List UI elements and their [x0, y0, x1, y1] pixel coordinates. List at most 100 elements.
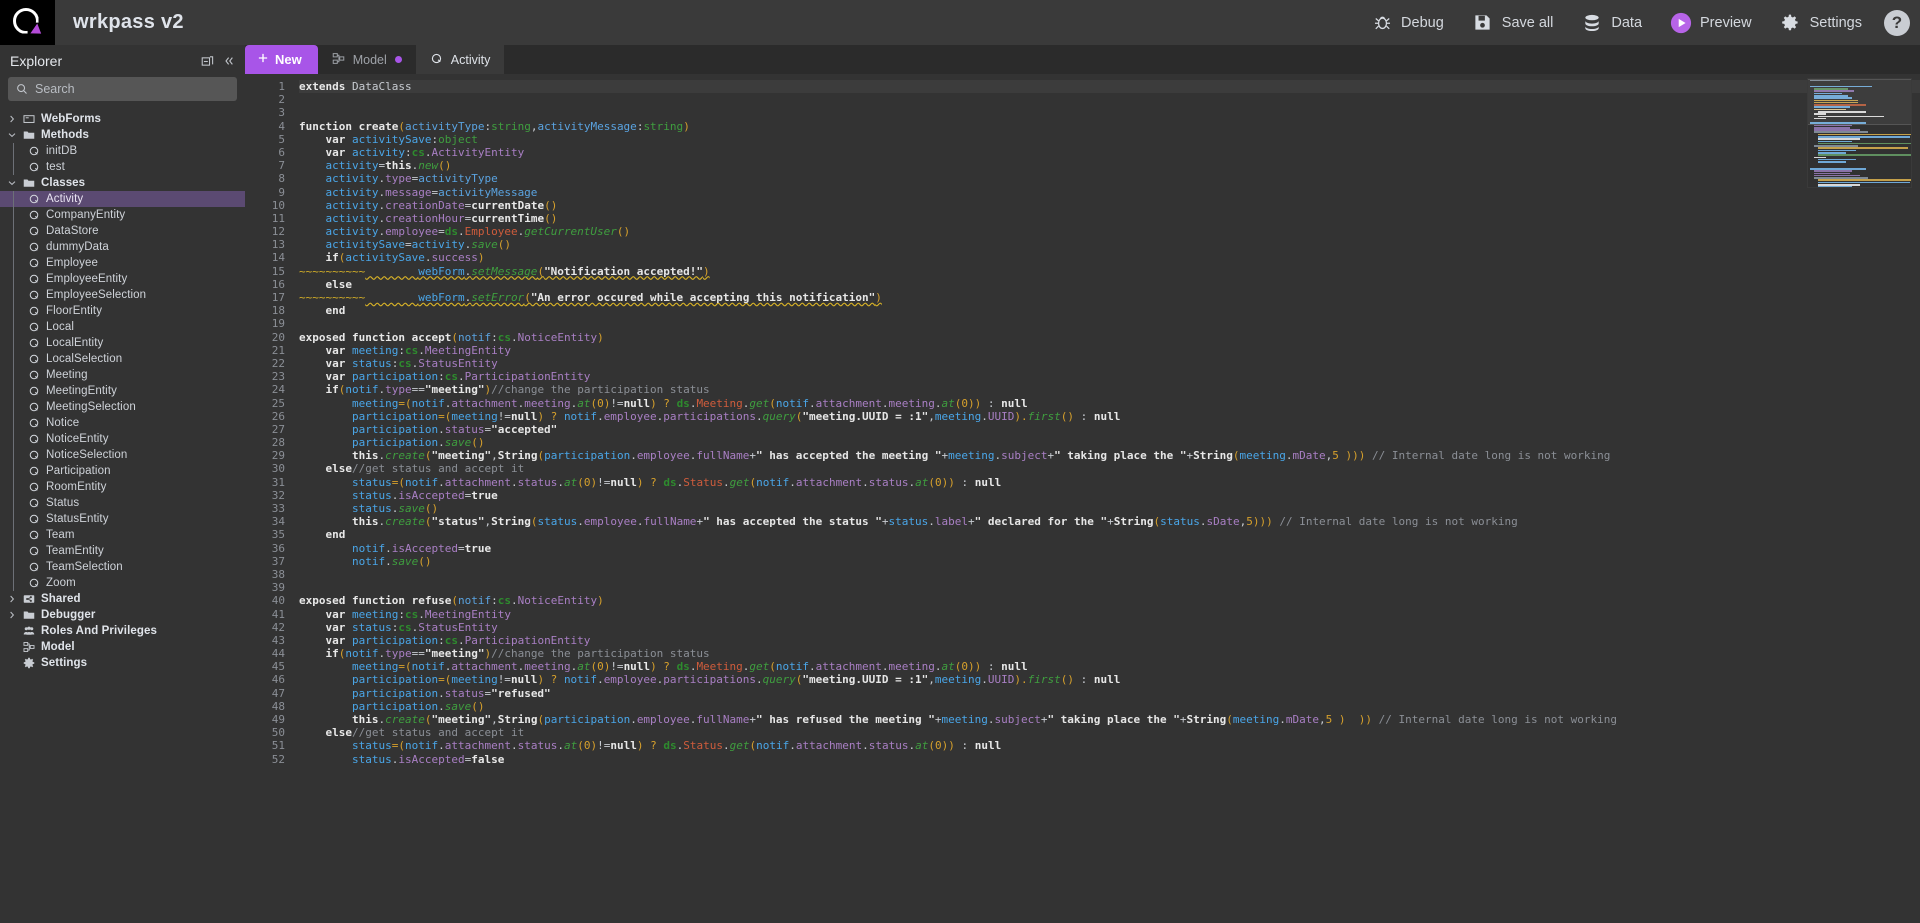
tree-item-meetingentity[interactable]: MeetingEntity [0, 383, 245, 399]
tree-item-companyentity[interactable]: CompanyEntity [0, 207, 245, 223]
code-line[interactable]: else//get status and accept it [299, 462, 1920, 475]
code-line[interactable]: var meeting:cs.MeetingEntity [299, 344, 1920, 357]
preview-button[interactable]: Preview [1656, 6, 1766, 40]
code-line[interactable]: status.save() [299, 502, 1920, 515]
code-line[interactable]: activity.creationHour=currentTime() [299, 212, 1920, 225]
chevron-down-icon[interactable] [5, 130, 19, 140]
code-line[interactable]: extends DataClass [299, 80, 1920, 94]
settings-button[interactable]: Settings [1766, 6, 1876, 40]
tree-item-test[interactable]: test [0, 159, 245, 175]
search-box[interactable] [8, 77, 237, 101]
code-line[interactable]: notif.save() [299, 555, 1920, 568]
tree-item-floorentity[interactable]: FloorEntity [0, 303, 245, 319]
tree-item-methods[interactable]: Methods [0, 127, 245, 143]
code-line[interactable] [299, 93, 1920, 106]
code-line[interactable]: if(notif.type=="meeting")//change the pa… [299, 383, 1920, 396]
save-all-button[interactable]: Save all [1458, 6, 1568, 40]
minimap-slider[interactable] [1808, 79, 1911, 125]
code-line[interactable]: this.create("status",String(status.emplo… [299, 515, 1920, 528]
code-line[interactable]: if(notif.type=="meeting")//change the pa… [299, 647, 1920, 660]
code-line[interactable]: participation=(meeting!=null) ? notif.em… [299, 673, 1920, 686]
tree-item-roles-and-privileges[interactable]: Roles And Privileges [0, 623, 245, 639]
data-button[interactable]: Data [1567, 6, 1656, 40]
tree-item-noticeentity[interactable]: NoticeEntity [0, 431, 245, 447]
chevron-right-icon[interactable] [5, 610, 19, 620]
tab-activity[interactable]: Activity [415, 45, 505, 74]
search-input[interactable] [35, 82, 229, 96]
tree-item-teamselection[interactable]: TeamSelection [0, 559, 245, 575]
code-line[interactable]: ~~~~~~~~~~ webForm.setMessage("Notificat… [299, 265, 1920, 278]
code-line[interactable]: status.isAccepted=false [299, 753, 1920, 766]
code-editor[interactable]: 1 2 3 4 5 6 7 8 9 10 11 12 13 14 15 16 17 18 19 20 21 22 23 24 2… [245, 74, 1920, 908]
tree-item-localentity[interactable]: LocalEntity [0, 335, 245, 351]
code-line[interactable]: status=(notif.attachment.status.at(0)!=n… [299, 476, 1920, 489]
code-line[interactable]: this.create("meeting",String(participati… [299, 449, 1920, 462]
code-line[interactable] [299, 568, 1920, 581]
code-line[interactable]: activity=this.new() [299, 159, 1920, 172]
tree-item-activity[interactable]: Activity [0, 191, 245, 207]
split-panel-icon[interactable] [201, 55, 214, 68]
code-line[interactable] [299, 106, 1920, 119]
code-line[interactable]: activity.type=activityType [299, 172, 1920, 185]
tree-item-localselection[interactable]: LocalSelection [0, 351, 245, 367]
code-line[interactable]: participation.save() [299, 436, 1920, 449]
code-line[interactable]: var activity:cs.ActivityEntity [299, 146, 1920, 159]
code-line[interactable]: activity.employee=ds.Employee.getCurrent… [299, 225, 1920, 238]
help-icon[interactable]: ? [1884, 9, 1910, 36]
code-line[interactable]: meeting=(notif.attachment.meeting.at(0)!… [299, 397, 1920, 410]
code-line[interactable]: participation=(meeting!=null) ? notif.em… [299, 410, 1920, 423]
code-line[interactable]: ~~~~~~~~~~ webForm.setError("An error oc… [299, 291, 1920, 304]
chevron-down-icon[interactable] [5, 178, 19, 188]
code-line[interactable]: exposed function refuse(notif:cs.NoticeE… [299, 594, 1920, 607]
code-line[interactable]: participation.status="accepted" [299, 423, 1920, 436]
tree-item-webforms[interactable]: WebForms [0, 111, 245, 127]
code-line[interactable]: this.create("meeting",String(participati… [299, 713, 1920, 726]
tree-item-datastore[interactable]: DataStore [0, 223, 245, 239]
code-line[interactable]: if(activitySave.success) [299, 251, 1920, 264]
app-logo[interactable] [0, 0, 55, 45]
tree-item-employee[interactable]: Employee [0, 255, 245, 271]
tree-item-classes[interactable]: Classes [0, 175, 245, 191]
code-content[interactable]: extends DataClass function create(activi… [293, 74, 1920, 908]
code-line[interactable]: else//get status and accept it [299, 726, 1920, 739]
code-line[interactable]: notif.isAccepted=true [299, 542, 1920, 555]
tree-item-roomentity[interactable]: RoomEntity [0, 479, 245, 495]
code-line[interactable]: activitySave=activity.save() [299, 238, 1920, 251]
tree-item-settings[interactable]: Settings [0, 655, 245, 671]
tree-item-debugger[interactable]: Debugger [0, 607, 245, 623]
code-line[interactable]: participation.save() [299, 700, 1920, 713]
tree-item-status[interactable]: Status [0, 495, 245, 511]
tree-item-meetingselection[interactable]: MeetingSelection [0, 399, 245, 415]
code-line[interactable]: meeting=(notif.attachment.meeting.at(0)!… [299, 660, 1920, 673]
code-line[interactable]: status=(notif.attachment.status.at(0)!=n… [299, 739, 1920, 752]
code-line[interactable]: else [299, 278, 1920, 291]
chevron-right-icon[interactable] [5, 594, 19, 604]
code-line[interactable]: function create(activityType:string,acti… [299, 120, 1920, 133]
code-line[interactable]: end [299, 528, 1920, 541]
code-line[interactable]: var activitySave:object [299, 133, 1920, 146]
tree-item-noticeselection[interactable]: NoticeSelection [0, 447, 245, 463]
tree-item-meeting[interactable]: Meeting [0, 367, 245, 383]
code-line[interactable]: status.isAccepted=true [299, 489, 1920, 502]
tree-item-model[interactable]: Model [0, 639, 245, 655]
code-line[interactable]: var meeting:cs.MeetingEntity [299, 608, 1920, 621]
tree-item-local[interactable]: Local [0, 319, 245, 335]
code-line[interactable] [299, 317, 1920, 330]
tree-item-initdb[interactable]: initDB [0, 143, 245, 159]
tree-item-dummydata[interactable]: dummyData [0, 239, 245, 255]
code-line[interactable]: end [299, 304, 1920, 317]
code-line[interactable]: activity.message=activityMessage [299, 186, 1920, 199]
tree-item-employeeentity[interactable]: EmployeeEntity [0, 271, 245, 287]
tree-item-notice[interactable]: Notice [0, 415, 245, 431]
code-line[interactable]: participation.status="refused" [299, 687, 1920, 700]
tree-item-participation[interactable]: Participation [0, 463, 245, 479]
code-line[interactable]: var status:cs.StatusEntity [299, 357, 1920, 370]
debug-button[interactable]: Debug [1357, 6, 1458, 40]
tree-item-zoom[interactable]: Zoom [0, 575, 245, 591]
code-line[interactable]: activity.creationDate=currentDate() [299, 199, 1920, 212]
code-line[interactable]: var status:cs.StatusEntity [299, 621, 1920, 634]
tab-model[interactable]: Model [317, 45, 416, 74]
code-line[interactable]: var participation:cs.ParticipationEntity [299, 370, 1920, 383]
tree-item-teamentity[interactable]: TeamEntity [0, 543, 245, 559]
minimap[interactable] [1807, 78, 1912, 188]
